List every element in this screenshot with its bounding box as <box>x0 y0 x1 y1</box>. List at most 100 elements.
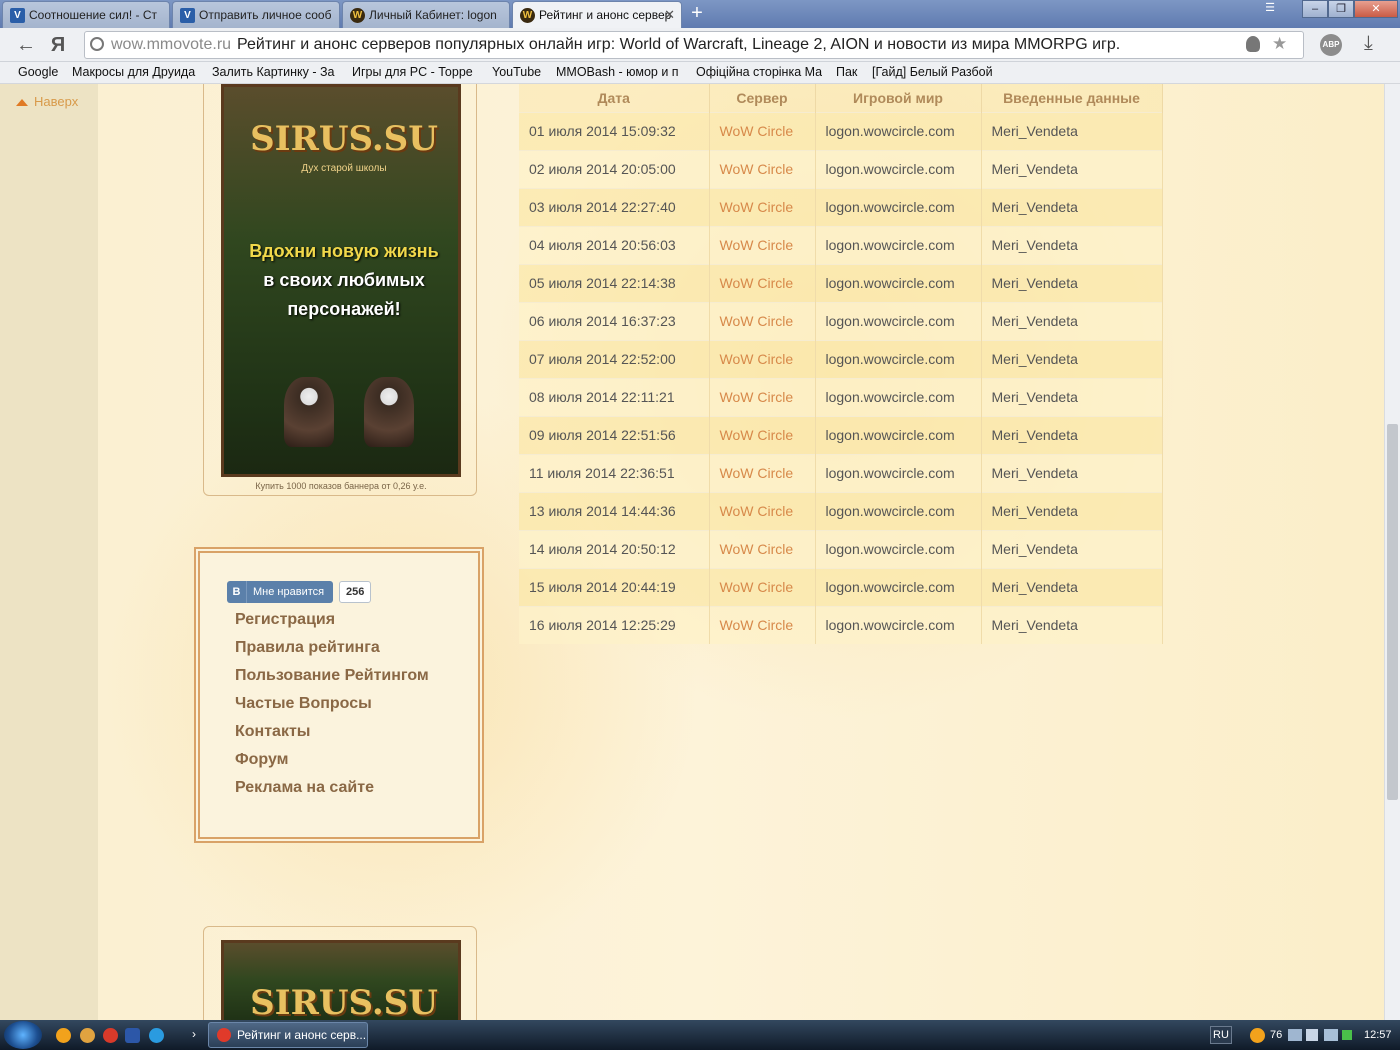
tab-3[interactable]: W Личный Кабинет: logon <box>342 1 510 28</box>
cell-server[interactable]: WoW Circle <box>709 491 816 530</box>
tray-app-icon[interactable] <box>1250 1028 1265 1043</box>
cell-server[interactable]: WoW Circle <box>709 453 816 492</box>
cell-date: 14 июля 2014 20:50:12 <box>519 529 710 568</box>
votes-table: Дата Сервер Игровой мир Введенные данные… <box>519 84 1163 644</box>
cell-server[interactable]: WoW Circle <box>709 187 816 226</box>
sirus-banner[interactable]: SIRUS.SU <box>221 940 461 1020</box>
cell-server[interactable]: WoW Circle <box>709 263 816 302</box>
clock: 12:57 <box>1364 1029 1392 1041</box>
vk-icon: В <box>227 581 247 603</box>
cell-server[interactable]: WoW Circle <box>709 567 816 606</box>
bookmark-item[interactable]: Игры для PC - Торре <box>352 65 478 79</box>
cell-date: 07 июля 2014 22:52:00 <box>519 339 710 378</box>
cell-date: 03 июля 2014 22:27:40 <box>519 187 710 226</box>
menu-link-rules[interactable]: Правила рейтинга <box>235 639 380 657</box>
download-icon[interactable]: ⤓ <box>1364 32 1373 55</box>
table-row: 08 июля 2014 22:11:21 WoW Circle logon.wow… <box>519 377 1163 416</box>
cell-date: 16 июля 2014 12:25:29 <box>519 605 710 644</box>
yandex-icon[interactable]: Я <box>46 33 70 57</box>
bookmark-item[interactable]: Google <box>18 65 60 79</box>
close-tab-icon[interactable]: ✕ <box>664 7 675 23</box>
slogan-line: в своих любимых <box>263 270 425 290</box>
bookmark-item[interactable]: Залить Картинку - За <box>212 65 338 79</box>
cell-server[interactable]: WoW Circle <box>709 111 816 150</box>
table-row: 11 июля 2014 22:36:51 WoW Circle logon.wow… <box>519 453 1163 492</box>
bookmark-item[interactable]: Пак <box>836 65 862 79</box>
new-tab-button[interactable]: + <box>684 2 710 24</box>
cell-world: logon.wowcircle.com <box>815 377 982 416</box>
scrollbar-thumb[interactable] <box>1387 424 1398 800</box>
back-arrow-icon[interactable]: ← <box>14 33 38 57</box>
url-title: Рейтинг и анонс серверов популярных онла… <box>237 36 1121 53</box>
cell-server[interactable]: WoW Circle <box>709 339 816 378</box>
ie-icon[interactable] <box>149 1028 164 1043</box>
cell-data: Meri_Vendeta <box>981 149 1163 188</box>
reload-icon[interactable] <box>90 37 104 51</box>
table-row: 03 июля 2014 22:27:40 WoW Circle logon.wow… <box>519 187 1163 226</box>
address-bar[interactable]: wow.mmovote.ru Рейтинг и анонс серверов п… <box>84 31 1304 59</box>
cell-server[interactable]: WoW Circle <box>709 529 816 568</box>
cell-date: 05 июля 2014 22:14:38 <box>519 263 710 302</box>
sirus-banner[interactable]: SIRUS.SU Дух старой школы Вдохни новую ж… <box>221 84 461 477</box>
w-icon: W <box>350 8 365 23</box>
column-header-data: Введенные данные <box>981 84 1163 112</box>
tab-1[interactable]: V Соотношение сил! - Ст <box>2 1 170 28</box>
cell-server[interactable]: WoW Circle <box>709 149 816 188</box>
vertical-scrollbar[interactable] <box>1384 84 1400 1020</box>
tray-icon[interactable] <box>1342 1030 1352 1040</box>
menu-link-usage[interactable]: Пользование Рейтингом <box>235 667 429 685</box>
language-indicator[interactable]: RU <box>1210 1026 1232 1044</box>
cell-server[interactable]: WoW Circle <box>709 415 816 454</box>
network-icon[interactable] <box>1288 1029 1302 1041</box>
cell-server[interactable]: WoW Circle <box>709 605 816 644</box>
cell-date: 04 июля 2014 20:56:03 <box>519 225 710 264</box>
column-header-date: Дата <box>519 84 710 112</box>
quick-launch-icon[interactable] <box>56 1028 71 1043</box>
menu-link-registration[interactable]: Регистрация <box>235 611 335 629</box>
bookmark-item[interactable]: Офіційна сторінка Ма <box>696 65 822 79</box>
cell-world: logon.wowcircle.com <box>815 149 982 188</box>
quick-launch-icon[interactable] <box>80 1028 95 1043</box>
tab-4-active[interactable]: W Рейтинг и анонс сервер ✕ <box>512 1 682 28</box>
bookmark-item[interactable]: YouTube <box>492 65 548 79</box>
cell-date: 01 июля 2014 15:09:32 <box>519 111 710 150</box>
cell-world: logon.wowcircle.com <box>815 301 982 340</box>
vk-like-button[interactable]: В Мне нравится <box>227 581 333 603</box>
adblock-icon[interactable]: ABP <box>1320 34 1342 56</box>
column-header-world: Игровой мир <box>815 84 982 112</box>
bookmark-item[interactable]: [Гайд] Белый Разбой <box>872 65 1002 79</box>
table-row: 07 июля 2014 22:52:00 WoW Circle logon.wow… <box>519 339 1163 378</box>
cell-server[interactable]: WoW Circle <box>709 301 816 340</box>
taskbar-window-button[interactable]: Рейтинг и анонс серв... <box>208 1022 368 1048</box>
slogan-line: Вдохни новую жизнь <box>249 241 439 261</box>
menu-link-forum[interactable]: Форум <box>235 751 289 769</box>
menu-link-faq[interactable]: Частые Вопросы <box>235 695 372 713</box>
cell-date: 06 июля 2014 16:37:23 <box>519 301 710 340</box>
chevron-right-icon[interactable]: › <box>192 1027 196 1041</box>
star-icon[interactable]: ★ <box>1272 34 1287 54</box>
buy-banner-link[interactable]: Купить 1000 показов баннера от 0,26 у.е. <box>221 481 461 491</box>
cell-server[interactable]: WoW Circle <box>709 225 816 264</box>
quick-launch-icon[interactable] <box>125 1028 140 1043</box>
cell-server[interactable]: WoW Circle <box>709 377 816 416</box>
start-button[interactable] <box>4 1021 42 1049</box>
tab-2[interactable]: V Отправить личное сооб <box>172 1 340 28</box>
table-row: 13 июля 2014 14:44:36 WoW Circle logon.wow… <box>519 491 1163 530</box>
cell-world: logon.wowcircle.com <box>815 111 982 150</box>
cell-world: logon.wowcircle.com <box>815 415 982 454</box>
back-to-top-link[interactable]: Наверх <box>16 94 78 109</box>
menu-icon[interactable]: ☰ <box>1256 0 1284 18</box>
minimize-button[interactable]: – <box>1302 0 1328 18</box>
volume-icon[interactable] <box>1306 1029 1318 1041</box>
cell-date: 13 июля 2014 14:44:36 <box>519 491 710 530</box>
menu-link-advertising[interactable]: Реклама на сайте <box>235 779 374 797</box>
panda-character-image <box>364 377 414 447</box>
maximize-button[interactable]: ❐ <box>1328 0 1354 18</box>
quick-launch-icon[interactable] <box>103 1028 118 1043</box>
bookmark-item[interactable]: MMOBash - юмор и п <box>556 65 682 79</box>
menu-link-contacts[interactable]: Контакты <box>235 723 310 741</box>
close-window-button[interactable]: ✕ <box>1354 0 1398 18</box>
bookmark-item[interactable]: Макросы для Друида <box>72 65 202 79</box>
lightbulb-icon[interactable] <box>1246 36 1260 52</box>
tray-icon[interactable] <box>1324 1029 1338 1041</box>
